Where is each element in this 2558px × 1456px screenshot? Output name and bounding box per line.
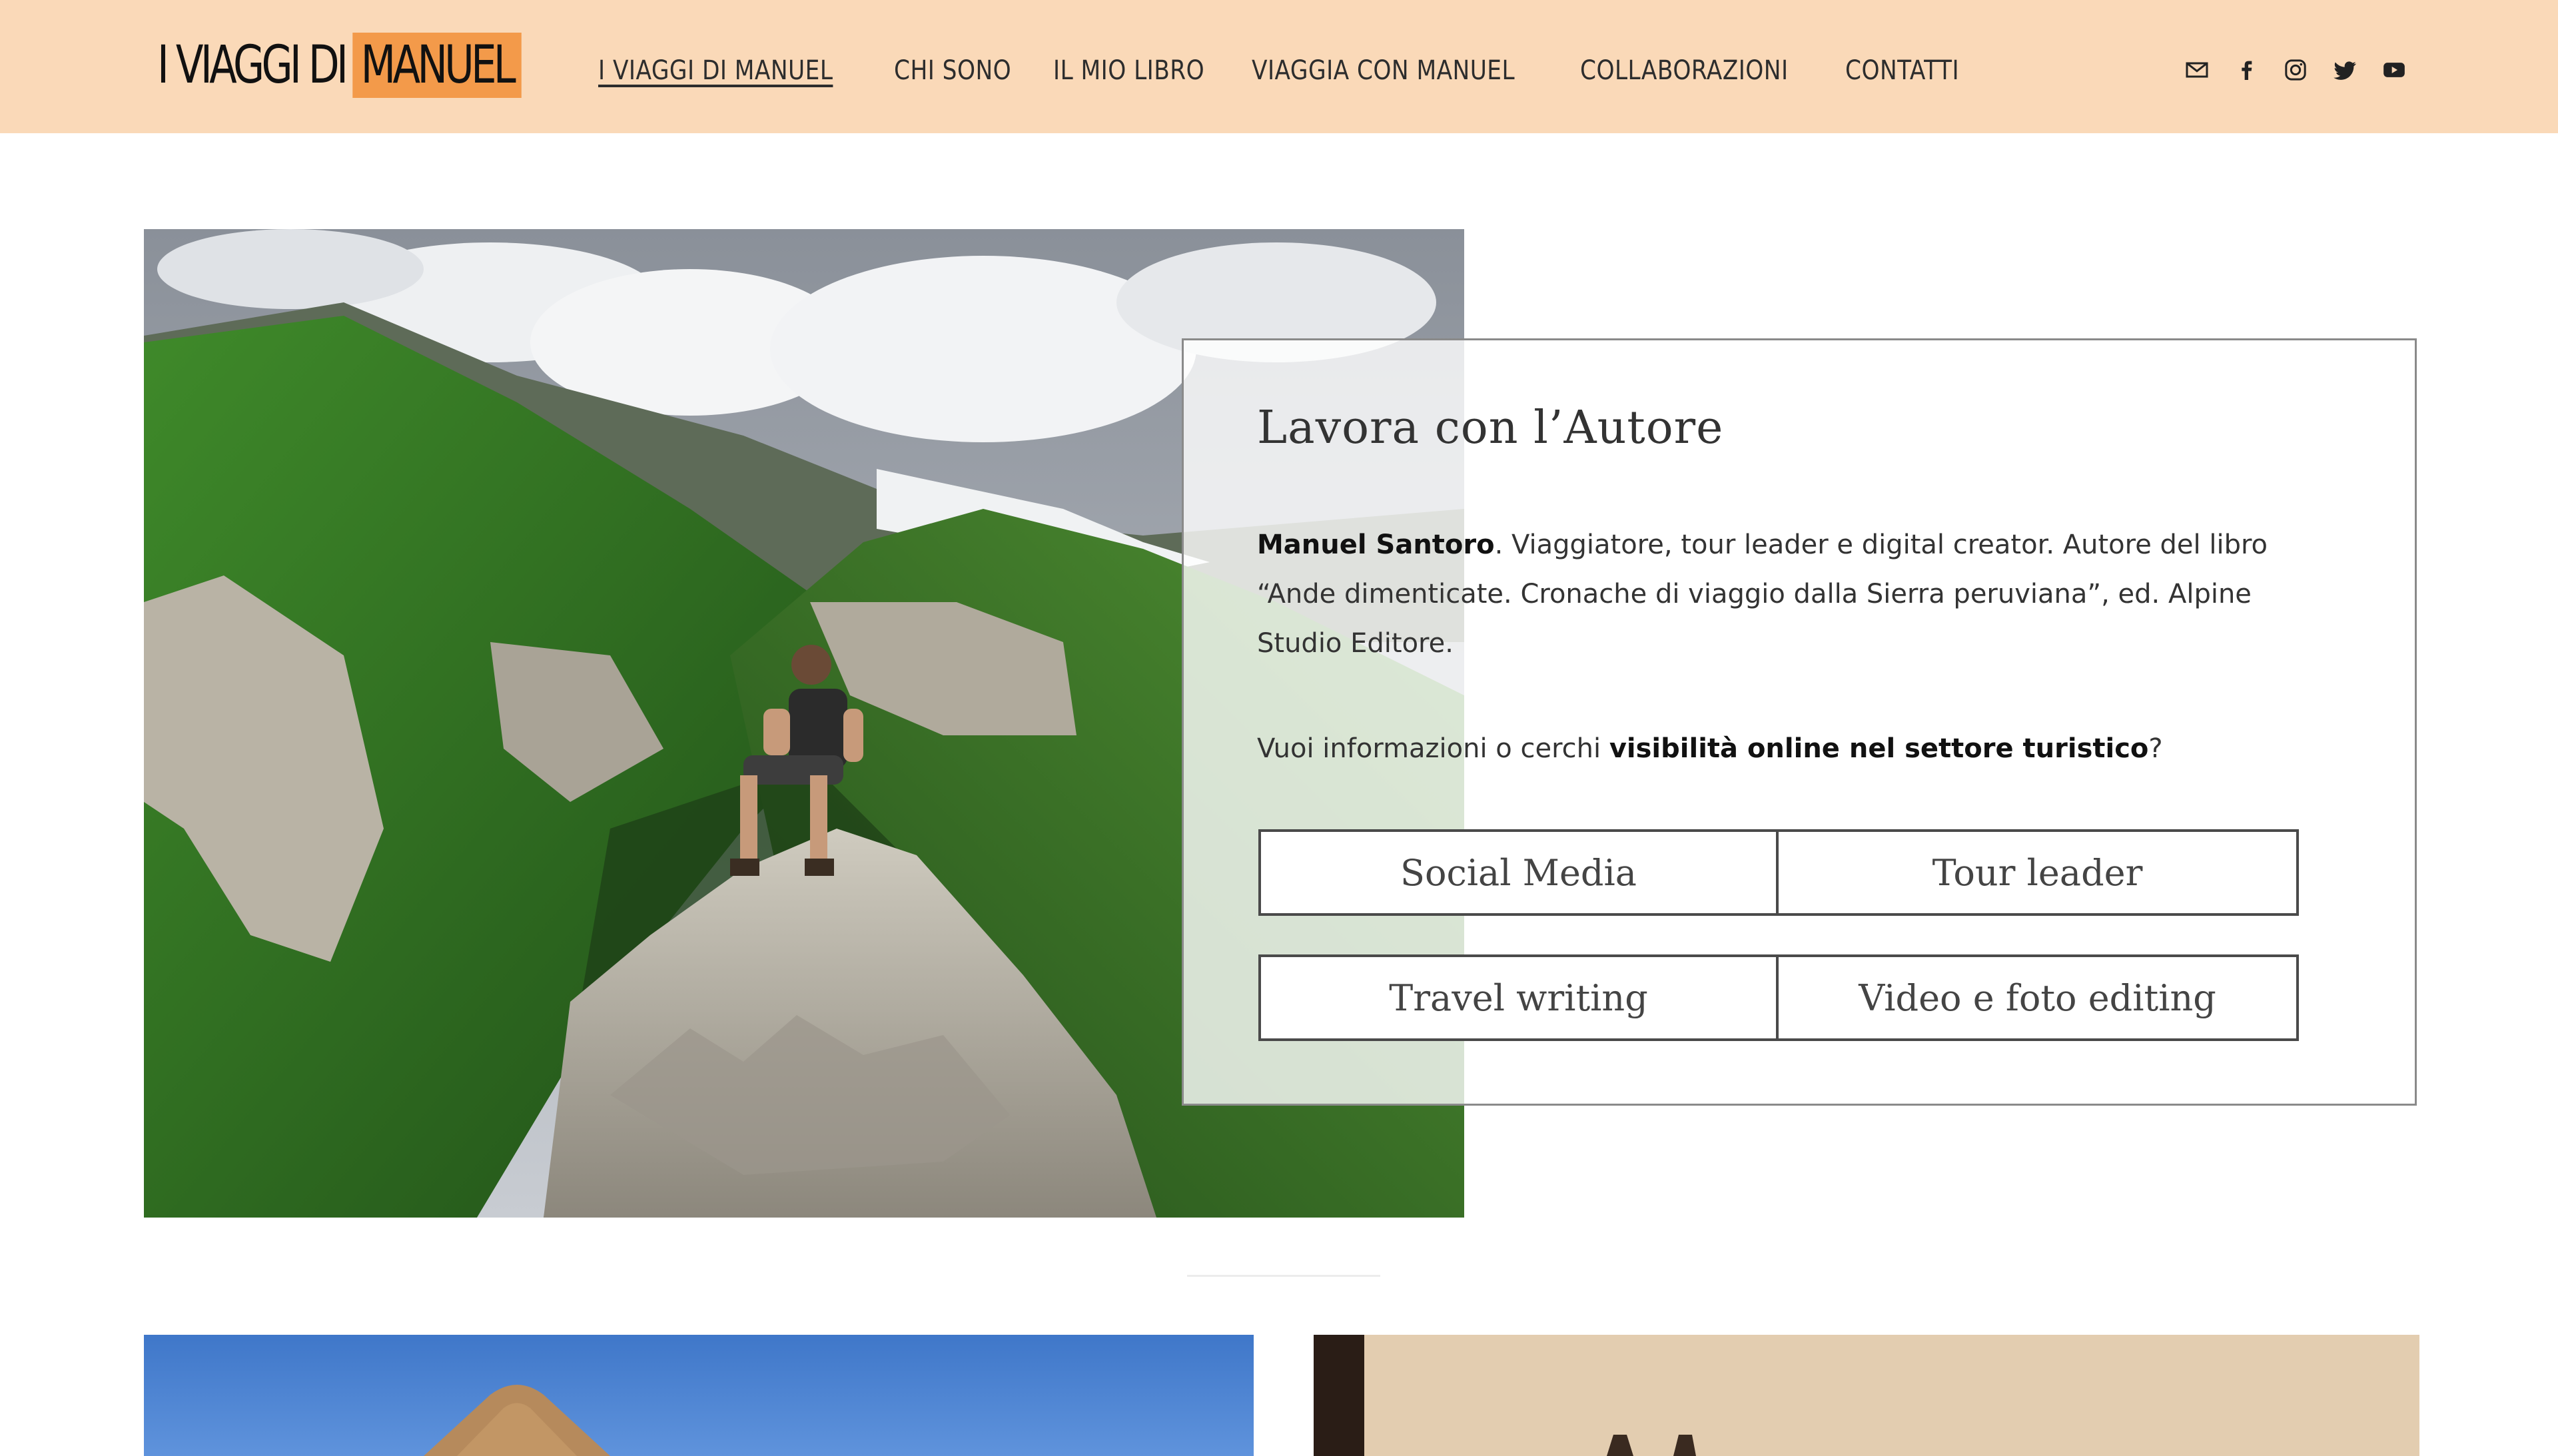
nav-item-chi-sono[interactable]: CHI SONO: [894, 55, 1011, 86]
services-buttons: Social Media Tour leader Travel writing …: [1258, 829, 2299, 1041]
question-bold: visibilità online nel settore turistico: [1609, 733, 2149, 764]
question-end: ?: [2148, 733, 2163, 764]
nav-item-i-viaggi-di-manuel[interactable]: I VIAGGI DI MANUEL: [598, 55, 833, 86]
youtube-icon[interactable]: [2379, 55, 2409, 85]
tour-leader-button[interactable]: Tour leader: [1779, 829, 2299, 916]
logo-highlight: MANUEL: [352, 33, 522, 98]
question-start: Vuoi informazioni o cerchi: [1257, 733, 1609, 764]
nav-item-collaborazioni[interactable]: COLLABORAZIONI: [1580, 55, 1789, 86]
social-links: [2182, 53, 2409, 87]
card-question: Vuoi informazioni o cerchi visibilità on…: [1257, 733, 2323, 764]
author-name: Manuel Santoro: [1257, 530, 1495, 560]
card-title: Lavora con l’Autore: [1257, 402, 1724, 454]
twitter-icon[interactable]: [2330, 55, 2359, 85]
main-nav: I VIAGGI DI MANUEL CHI SONO IL MIO LIBRO…: [598, 51, 1958, 91]
nav-item-il-mio-libro[interactable]: IL MIO LIBRO: [1053, 55, 1204, 86]
section-divider: [1187, 1275, 1380, 1277]
instagram-icon[interactable]: [2281, 55, 2310, 85]
post-thumbnail-2[interactable]: [1314, 1335, 2419, 1456]
nav-item-contatti[interactable]: CONTATTI: [1845, 55, 1959, 86]
facebook-icon[interactable]: [2232, 55, 2261, 85]
video-foto-editing-button[interactable]: Video e foto editing: [1779, 954, 2299, 1041]
site-logo[interactable]: I VIAGGI DI MANUEL: [157, 33, 522, 98]
post-thumbnail-1[interactable]: [144, 1335, 1254, 1456]
card-intro: Manuel Santoro. Viaggiatore, tour leader…: [1257, 520, 2323, 668]
travel-writing-button[interactable]: Travel writing: [1258, 954, 1779, 1041]
mail-icon[interactable]: [2182, 55, 2212, 85]
social-media-button[interactable]: Social Media: [1258, 829, 1779, 916]
logo-prefix: I VIAGGI DI: [157, 35, 348, 95]
site-header: I VIAGGI DI MANUEL I VIAGGI DI MANUEL CH…: [0, 0, 2558, 133]
nav-item-viaggia-con-manuel[interactable]: VIAGGIA CON MANUEL: [1252, 55, 1515, 86]
work-with-author-card: Lavora con l’Autore Manuel Santoro. Viag…: [1182, 338, 2417, 1106]
